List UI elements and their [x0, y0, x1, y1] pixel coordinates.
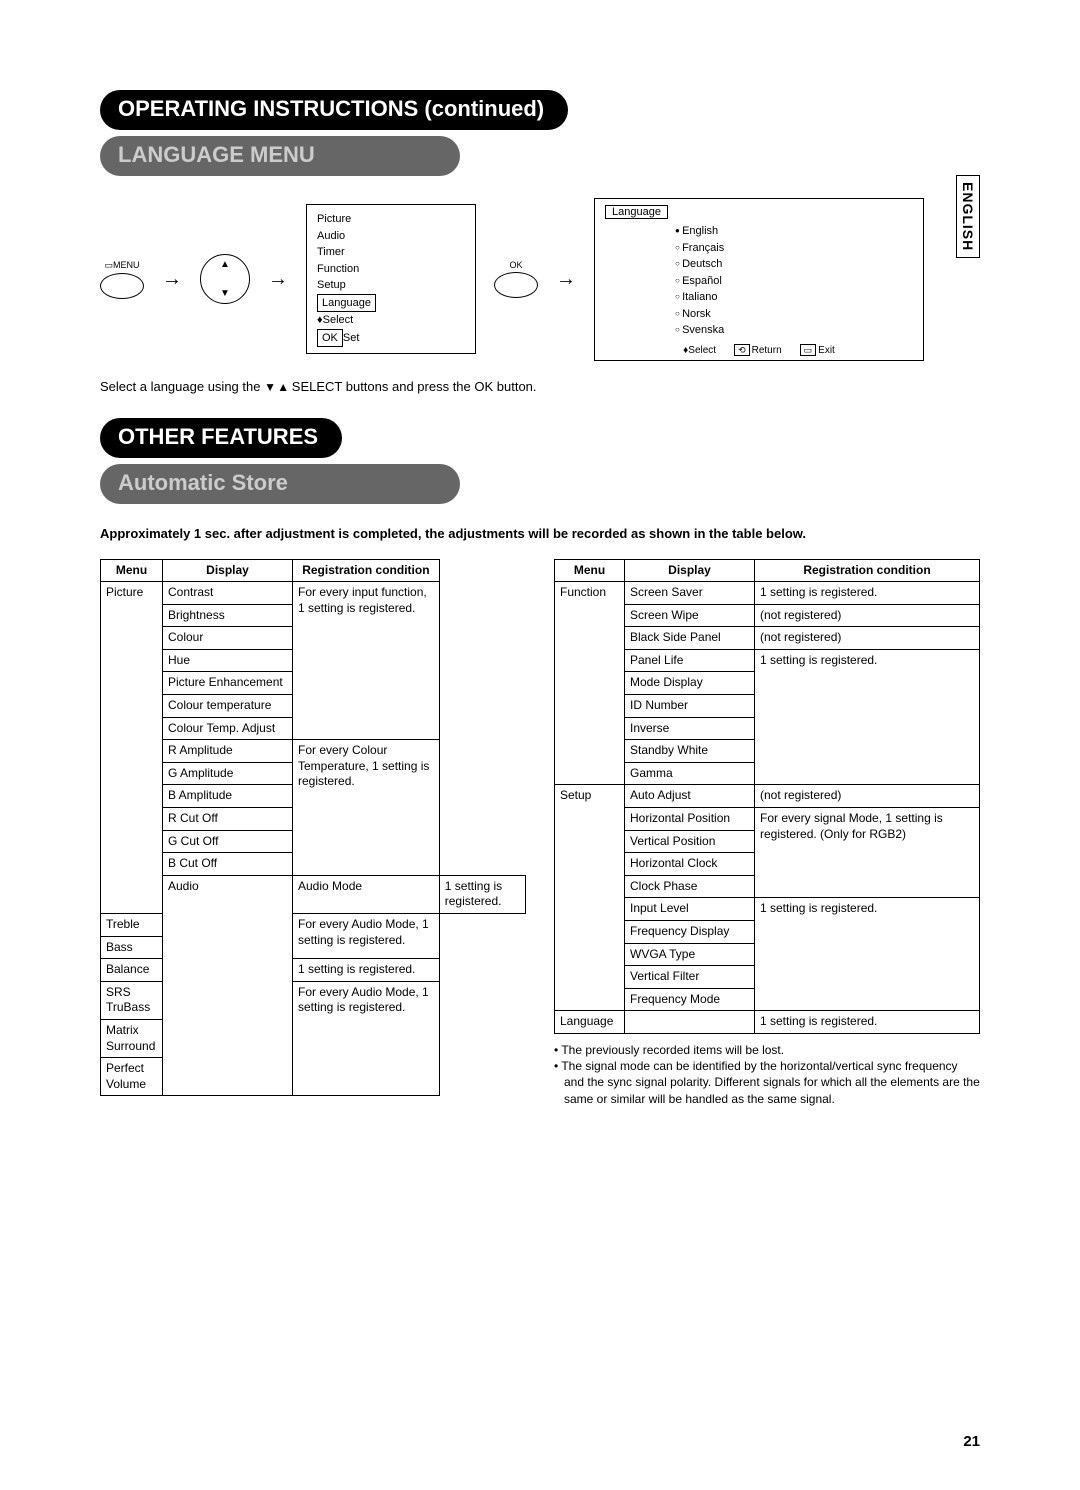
- arrow-icon: →: [162, 268, 182, 291]
- heading-operating-instructions: OPERATING INSTRUCTIONS (continued): [100, 90, 568, 130]
- osd-language-panel: Language EnglishFrançaisDeutschEspañolIt…: [594, 198, 924, 361]
- language-menu-diagram: ▭MENU → → Picture Audio Timer Function S…: [100, 198, 980, 361]
- ok-button-icon: [494, 272, 538, 298]
- notes-list: The previously recorded items will be lo…: [554, 1042, 980, 1107]
- menu-button-icon: [100, 273, 144, 299]
- language-menu-caption: Select a language using the SELECT butto…: [100, 379, 980, 394]
- arrow-icon: →: [268, 268, 288, 291]
- arrow-icon: →: [556, 268, 576, 291]
- auto-store-intro: Approximately 1 sec. after adjustment is…: [100, 526, 980, 541]
- updown-button-icon: [200, 254, 250, 304]
- registration-table-right: Menu Display Registration condition Func…: [554, 559, 980, 1034]
- heading-other-features: OTHER FEATURES: [100, 418, 342, 458]
- heading-automatic-store: Automatic Store: [100, 464, 460, 504]
- registration-table-left: Menu Display Registration condition Pict…: [100, 559, 526, 1097]
- menu-button-label: ▭MENU: [104, 260, 139, 271]
- heading-language-menu: LANGUAGE MENU: [100, 136, 460, 176]
- page-number: 21: [963, 1433, 980, 1450]
- osd-menu-list: Picture Audio Timer Function Setup Langu…: [306, 204, 476, 354]
- language-side-tab: ENGLISH: [956, 175, 980, 258]
- ok-button-label: OK: [509, 260, 522, 270]
